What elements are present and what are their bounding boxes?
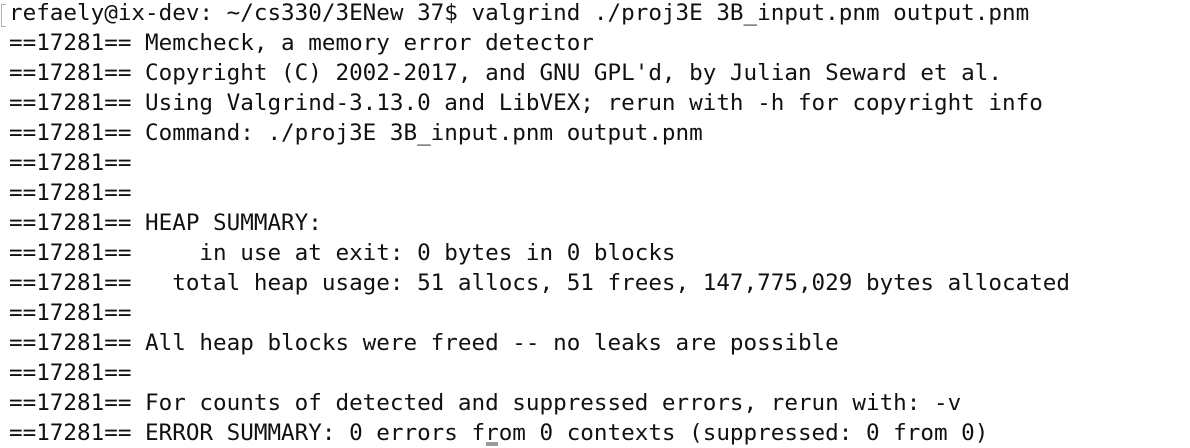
output-line: ==17281== bbox=[9, 150, 132, 176]
output-line: ==17281== Copyright (C) 2002-2017, and G… bbox=[9, 60, 1002, 86]
output-line: ==17281== bbox=[9, 360, 132, 386]
output-line: ==17281== in use at exit: 0 bytes in 0 b… bbox=[9, 240, 676, 266]
output-line: ==17281== Using Valgrind-3.13.0 and LibV… bbox=[9, 90, 1043, 116]
output-line: ==17281== bbox=[9, 300, 132, 326]
text-cursor bbox=[486, 442, 498, 446]
output-line: ==17281== Command: ./proj3E 3B_input.pnm… bbox=[9, 120, 703, 146]
selection-bracket-icon bbox=[1, 4, 6, 27]
output-line: ==17281== For counts of detected and sup… bbox=[9, 390, 962, 416]
output-line: ==17281== bbox=[9, 180, 132, 206]
shell-command-line: refaely@ix-dev: ~/cs330/3ENew 37$ valgri… bbox=[9, 0, 1030, 26]
output-line: ==17281== All heap blocks were freed -- … bbox=[9, 330, 839, 356]
heap-summary-heading: ==17281== HEAP SUMMARY: bbox=[9, 210, 322, 236]
error-summary-line: ==17281== ERROR SUMMARY: 0 errors from 0… bbox=[9, 420, 989, 446]
terminal-window[interactable]: refaely@ix-dev: ~/cs330/3ENew 37$ valgri… bbox=[0, 0, 1190, 448]
output-line: ==17281== total heap usage: 51 allocs, 5… bbox=[9, 270, 1071, 296]
output-line: ==17281== Memcheck, a memory error detec… bbox=[9, 30, 594, 56]
